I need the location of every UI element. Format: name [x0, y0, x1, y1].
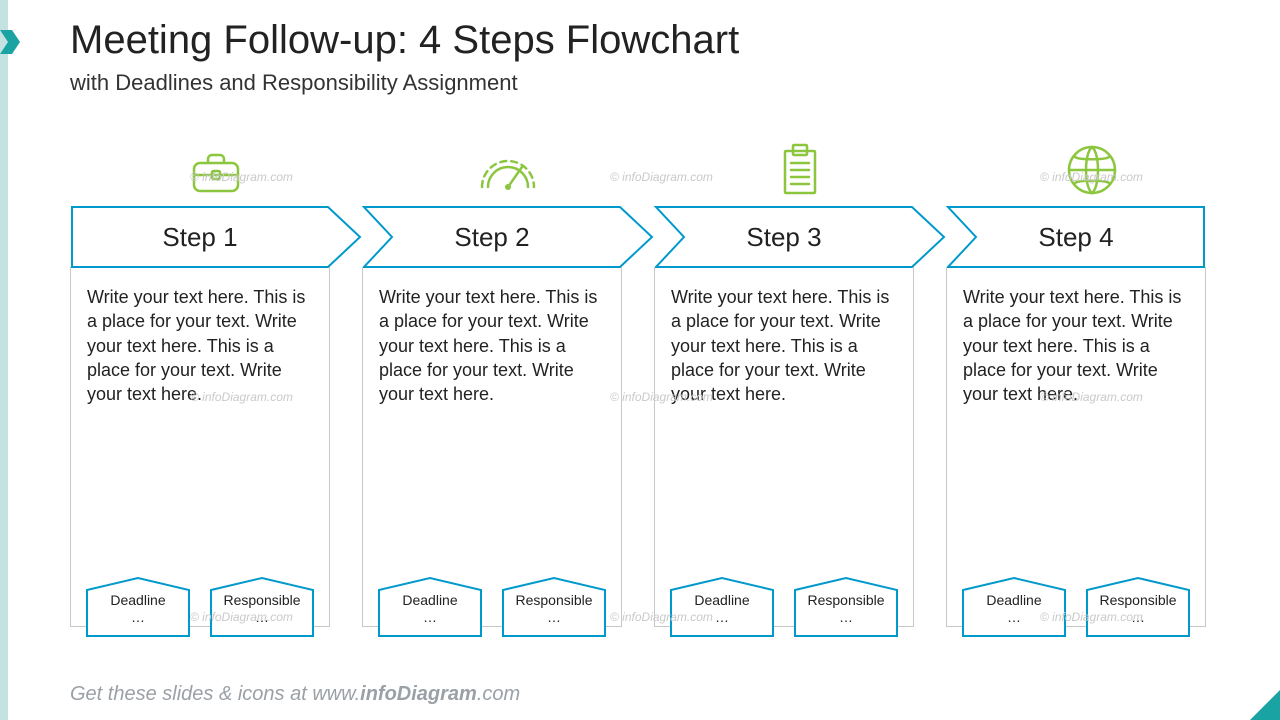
step-2-arrow: Step 2 — [362, 205, 654, 269]
step-2-responsible-tag: Responsible… — [501, 576, 607, 638]
step-4: Step 4 Write your text here. This is a p… — [946, 135, 1238, 627]
accent-notch — [0, 30, 20, 54]
step-2: Step 2 Write your text here. This is a p… — [362, 135, 654, 627]
deadline-label: Deadline — [694, 592, 749, 608]
step-3-card: Write your text here. This is a place fo… — [654, 267, 914, 627]
step-2-tags: Deadline… Responsible… — [377, 576, 607, 638]
step-1-label: Step 1 — [70, 205, 330, 269]
step-4-card: Write your text here. This is a place fo… — [946, 267, 1206, 627]
step-1-arrow: Step 1 — [70, 205, 362, 269]
step-3: Step 3 Write your text here. This is a p… — [654, 135, 946, 627]
briefcase-icon — [186, 147, 246, 197]
slide-subtitle: with Deadlines and Responsibility Assign… — [70, 70, 518, 96]
ellipsis: … — [501, 609, 607, 626]
step-2-card: Write your text here. This is a place fo… — [362, 267, 622, 627]
step-2-deadline-tag: Deadline… — [377, 576, 483, 638]
ellipsis: … — [209, 609, 315, 626]
step-4-tags: Deadline… Responsible… — [961, 576, 1191, 638]
step-4-responsible-tag: Responsible… — [1085, 576, 1191, 638]
gauge-icon — [476, 147, 540, 197]
deadline-label: Deadline — [110, 592, 165, 608]
ellipsis: … — [85, 609, 191, 626]
step-1-deadline-tag: Deadline… — [85, 576, 191, 638]
footer-brand: infoDiagram — [360, 683, 477, 705]
ellipsis: … — [1085, 609, 1191, 626]
step-4-body: Write your text here. This is a place fo… — [963, 285, 1189, 406]
flowchart-row: Step 1 Write your text here. This is a p… — [70, 135, 1240, 627]
accent-corner-bottom-right — [1250, 690, 1280, 720]
step-4-deadline-tag: Deadline… — [961, 576, 1067, 638]
slide: Meeting Follow-up: 4 Steps Flowchart wit… — [0, 0, 1280, 720]
ellipsis: … — [669, 609, 775, 626]
step-3-label: Step 3 — [654, 205, 914, 269]
step-3-responsible-tag: Responsible… — [793, 576, 899, 638]
step-1-card: Write your text here. This is a place fo… — [70, 267, 330, 627]
step-2-body: Write your text here. This is a place fo… — [379, 285, 605, 406]
clipboard-icon — [775, 143, 825, 197]
step-2-label: Step 2 — [362, 205, 622, 269]
step-3-body: Write your text here. This is a place fo… — [671, 285, 897, 406]
step-4-label: Step 4 — [946, 205, 1206, 269]
responsible-label: Responsible — [223, 592, 300, 608]
deadline-label: Deadline — [402, 592, 457, 608]
ellipsis: … — [793, 609, 899, 626]
step-3-deadline-tag: Deadline… — [669, 576, 775, 638]
footer-suffix: .com — [477, 683, 520, 705]
step-3-arrow: Step 3 — [654, 205, 946, 269]
step-1-tags: Deadline… Responsible… — [85, 576, 315, 638]
ellipsis: … — [377, 609, 483, 626]
slide-title: Meeting Follow-up: 4 Steps Flowchart — [70, 18, 739, 63]
globe-icon — [1065, 143, 1119, 197]
ellipsis: … — [961, 609, 1067, 626]
step-4-arrow: Step 4 — [946, 205, 1238, 269]
deadline-label: Deadline — [986, 592, 1041, 608]
responsible-label: Responsible — [807, 592, 884, 608]
accent-bar-left — [0, 0, 8, 720]
step-1: Step 1 Write your text here. This is a p… — [70, 135, 362, 627]
step-1-responsible-tag: Responsible… — [209, 576, 315, 638]
step-3-tags: Deadline… Responsible… — [669, 576, 899, 638]
footer-attribution: Get these slides & icons at www.infoDiag… — [70, 683, 520, 706]
footer-prefix: Get these slides & icons at www. — [70, 683, 360, 705]
responsible-label: Responsible — [1099, 592, 1176, 608]
step-1-body: Write your text here. This is a place fo… — [87, 285, 313, 406]
responsible-label: Responsible — [515, 592, 592, 608]
